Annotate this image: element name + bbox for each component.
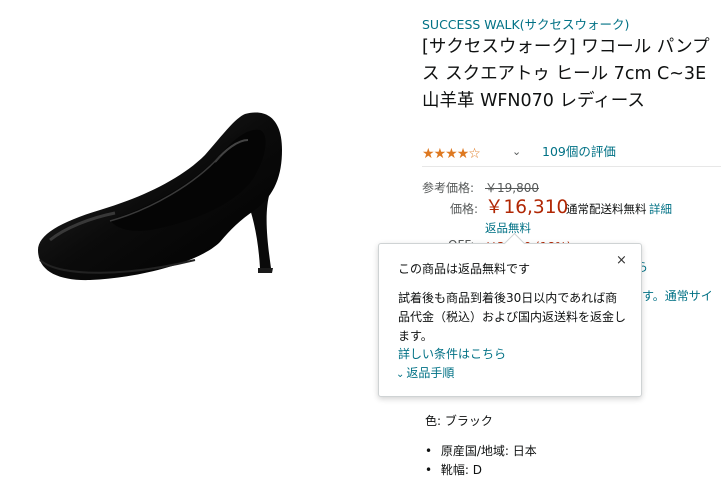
rating-row: ★★★★☆ ⌄ 109個の評価 <box>422 143 721 162</box>
star-rating[interactable]: ★★★★☆ <box>422 143 481 162</box>
shipping-text: 通常配送料無料 <box>566 202 647 216</box>
return-steps-toggle[interactable]: ⌄ 返品手順 <box>396 364 454 381</box>
chevron-down-icon[interactable]: ⌄ <box>512 143 521 161</box>
spec-value: D <box>472 463 482 477</box>
list-price-label: 参考価格: <box>422 181 475 195</box>
free-returns-link[interactable]: 返品無料 <box>485 220 531 236</box>
spec-value: 日本 <box>512 444 537 458</box>
conditions-link[interactable]: 詳しい条件はこちら <box>398 345 506 362</box>
popover-title: この商品は返品無料です <box>398 262 531 276</box>
price-label: 価格: <box>450 202 479 216</box>
list-item: 靴幅: D <box>425 461 537 480</box>
divider <box>422 166 721 167</box>
color-label: 色: <box>425 414 442 428</box>
brand-link[interactable]: SUCCESS WALK(サクセスウォーク) <box>422 14 629 33</box>
details-link[interactable]: 詳細 <box>649 201 672 217</box>
return-steps-label: 返品手順 <box>406 366 455 380</box>
list-item: 原産国/地域: 日本 <box>425 442 537 461</box>
spec-list: 原産国/地域: 日本 靴幅: D <box>425 442 537 480</box>
close-icon[interactable]: × <box>616 253 627 268</box>
spec-label: 靴幅: <box>440 463 469 477</box>
chevron-down-icon: ⌄ <box>396 369 405 380</box>
color-row: 色: ブラック <box>425 412 493 429</box>
free-returns-popover: この商品は返品無料です × 試着後も商品到着後30日以内であれば商品代金（税込）… <box>378 232 642 397</box>
popover-body: 試着後も商品到着後30日以内であれば商品代金（税込）および国内返送料を返金します… <box>398 291 627 343</box>
popover-arrow <box>503 232 526 255</box>
product-title: [サクセスウォーク] ワコール パンプス スクエアトゥ ヒール 7cm C~3E… <box>422 37 710 111</box>
ratings-count-link[interactable]: 109個の評価 <box>542 143 616 161</box>
price: ￥16,310 <box>485 197 569 218</box>
spec-label: 原産国/地域: <box>440 444 509 458</box>
product-image[interactable] <box>20 100 300 290</box>
color-value: ブラック <box>444 414 493 428</box>
covered-link[interactable]: す。通常サイ <box>642 287 713 304</box>
star-empty-icon: ☆ <box>468 146 481 162</box>
